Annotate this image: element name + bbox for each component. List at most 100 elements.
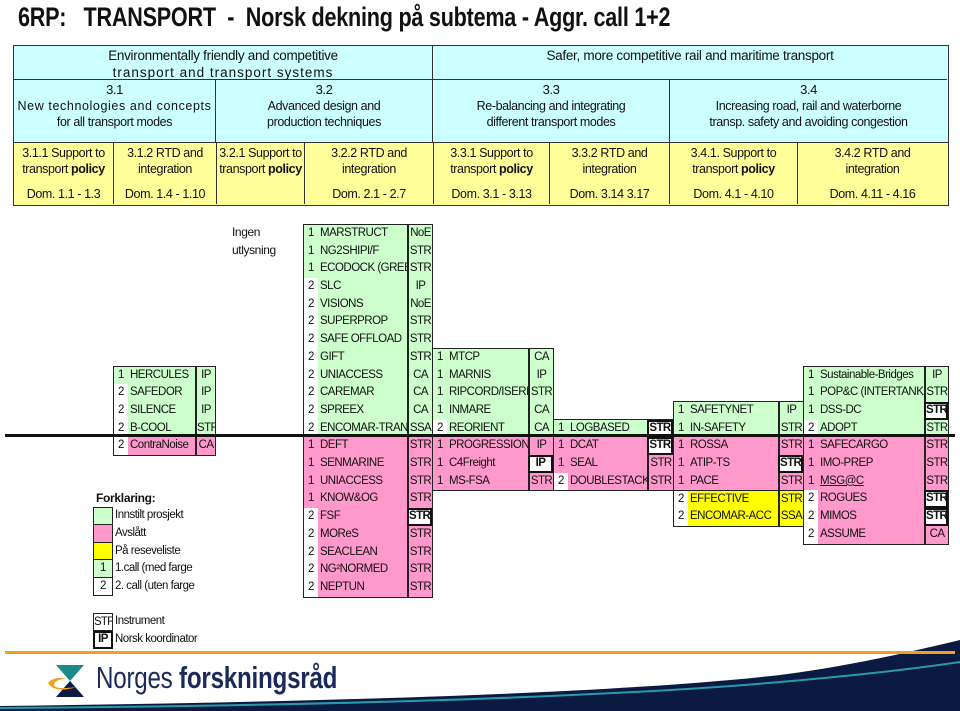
call1-swatch-icon: 1 xyxy=(93,560,113,578)
call-number: 1 xyxy=(437,457,443,470)
instrument-badge: STR xyxy=(407,331,432,349)
instrument-badge: STR xyxy=(407,490,432,509)
call-number: 2 xyxy=(304,278,318,296)
instrument-badge: STR xyxy=(647,472,673,491)
project-name: INMARE xyxy=(449,403,491,416)
block-innstilt: 1 SAFETYNET IP 1 IN-SAFETY STR xyxy=(673,401,804,439)
project-name: SEAL xyxy=(570,457,598,470)
call-number: 2 xyxy=(804,508,818,526)
area-3-4-2: 3.4.2 RTD and integration Dom. 4.11 - 4.… xyxy=(798,143,947,204)
call-number: 1 xyxy=(437,439,443,452)
instrument-badge: STR xyxy=(528,472,553,491)
legend-label: Instrument xyxy=(115,615,165,628)
call-number: 2 xyxy=(804,490,818,509)
project-name: MS-FSA xyxy=(449,474,490,487)
project-row: 1 POP&C (INTERTANKO STR xyxy=(804,384,948,402)
instrument-badge: CA xyxy=(528,401,553,420)
project-name: ROSSA xyxy=(690,439,728,452)
area-subtitle-bold: policy xyxy=(268,162,302,176)
call-number: 1 xyxy=(678,439,684,452)
instrument-badge-norwegian-coordinator: STR xyxy=(924,508,948,526)
green-swatch-icon xyxy=(93,507,113,525)
call-number: 1 xyxy=(558,439,564,452)
project-row: 2 MOReS STR xyxy=(304,525,432,544)
theme-title-line2: transport and transport systems xyxy=(112,65,334,80)
area-subtitle-bold: policy xyxy=(71,162,105,176)
project-row: 2 FSF STR xyxy=(304,508,432,526)
project-name: UNIACCESS xyxy=(320,474,383,487)
instrument-swatch-icon: STR xyxy=(93,613,113,632)
call-number: 1 xyxy=(808,439,814,452)
legend-item-call1: 1 1.call (med farge xyxy=(93,560,197,578)
project-row: 2 ASSUME CA xyxy=(804,525,948,544)
area-3-2-2: 3.2.2 RTD and integration Dom. 2.1 - 2.7 xyxy=(305,143,434,204)
subtheme-3-3: 3.3 Re-balancing and integrating differe… xyxy=(433,80,670,142)
block-innstilt: 1 MARSTRUCT NoE 1 NG2SHIPI/F STR 1 ECODOCK (GRE… xyxy=(303,224,433,439)
legend-item-innstilt: Innstilt prosjekt xyxy=(93,507,197,525)
legend-item-instrument: STR Instrument xyxy=(93,613,197,632)
call-number: 1 xyxy=(308,439,314,452)
logo-text-regular: Norges xyxy=(96,660,180,695)
project-row: 2 SLC IP xyxy=(304,278,432,296)
subtheme-number: 3.2 xyxy=(315,82,333,97)
project-row: 2 NEPTUN STR xyxy=(304,578,432,597)
instrument-badge: STR xyxy=(407,525,432,544)
subtheme-title: New technologies and concepts xyxy=(17,99,212,113)
subtheme-3-4: 3.4 Increasing road, rail and waterborne… xyxy=(670,80,947,142)
project-row: 1 PROGRESSION IP xyxy=(433,437,553,456)
block-avslatt: 1 DCAT STR 1 SEAL STR 2 DOUBLESTACK STR xyxy=(553,436,674,492)
area-title: 3.2.1 Support to xyxy=(219,146,302,160)
call-number: 2 xyxy=(304,543,318,562)
project-row: 1 SAFECARGO STR xyxy=(804,437,948,456)
area-title: 3.4.2 RTD and xyxy=(834,146,911,160)
project-name: NG²NORMED xyxy=(320,563,388,576)
call-number: 2 xyxy=(304,295,318,314)
call-number: 2 xyxy=(554,472,568,491)
project-row: 2 SEACLEAN STR xyxy=(304,543,432,562)
instrument-badge-norwegian-coordinator: STR xyxy=(924,490,948,509)
project-row: 1 MARNIS IP xyxy=(433,366,553,385)
project-row: 2 VISIONS NoE xyxy=(304,295,432,314)
call2-swatch-icon: 2 xyxy=(93,577,113,596)
project-name: ENCOMAR-ACC xyxy=(690,510,772,523)
call-number: 2 xyxy=(304,508,318,526)
area-domain: Dom. 2.1 - 2.7 xyxy=(332,187,406,201)
page-title: 6RP: TRANSPORT - Norsk dekning på subtem… xyxy=(18,2,671,32)
block-innstilt: 1 HERCULES IP 2 SAFEDOR IP 2 SILENCE IP 2 B-COOL ST… xyxy=(113,365,216,439)
block-innstilt: 1 MTCP CA 1 MARNIS IP 1 RIPCORD/ISERE STR 1 INMARE… xyxy=(432,347,554,439)
project-name: DEFT xyxy=(320,439,349,452)
area-domain: Dom. 3.1 - 3.13 xyxy=(451,187,532,201)
project-row: 1 NG2SHIPI/F STR xyxy=(304,242,432,261)
call-number: 1 xyxy=(678,404,684,416)
instrument-badge: IP xyxy=(195,366,215,385)
instrument-badge: STR xyxy=(924,437,948,456)
project-row: 1 SEAL STR xyxy=(554,455,673,473)
instrument-badge: IP xyxy=(407,278,432,296)
project-name: SPREEX xyxy=(320,403,364,416)
instrument-badge: STR xyxy=(407,260,432,279)
call-number: 2 xyxy=(674,508,688,526)
call-number: 1 xyxy=(308,227,314,239)
project-name-link[interactable]: MSG@C xyxy=(818,473,924,491)
project-row: 1 IMO-PREP STR xyxy=(804,455,948,473)
subtheme-title-line2: different transport modes xyxy=(486,115,616,129)
call-number: 2 xyxy=(114,384,128,402)
area-title: 3.3.2 RTD and xyxy=(571,146,648,160)
legend-title: Forklaring: xyxy=(96,490,156,505)
area-3-3-2: 3.3.2 RTD and integration Dom. 3.14 3.17 xyxy=(550,143,670,204)
project-row: 1 DSS-DC STR xyxy=(804,401,948,420)
call-number: 2 xyxy=(304,525,318,544)
project-row: 1 DEFT STR xyxy=(304,437,432,456)
area-title: 3.4.1. Support to xyxy=(690,146,777,160)
project-name: ATIP-TS xyxy=(690,457,730,470)
logo-wordmark: Norges forskningsråd xyxy=(96,660,337,696)
area-subtitle: integration xyxy=(342,162,396,176)
block-reserveliste: 2 EFFECTIVE STR 2 ENCOMAR-ACC SSA xyxy=(673,489,804,527)
area-3-2-1: 3.2.1 Support to transport policy xyxy=(217,143,305,204)
call-number: 1 xyxy=(437,474,443,487)
legend-label: Innstilt prosjekt xyxy=(115,509,184,522)
project-name: PACE xyxy=(690,474,719,487)
subtheme-number: 3.1 xyxy=(106,82,123,97)
project-row: 2 EFFECTIVE STR xyxy=(674,490,803,509)
legend: Forklaring: Innstilt prosjekt Avslått På… xyxy=(93,490,198,649)
